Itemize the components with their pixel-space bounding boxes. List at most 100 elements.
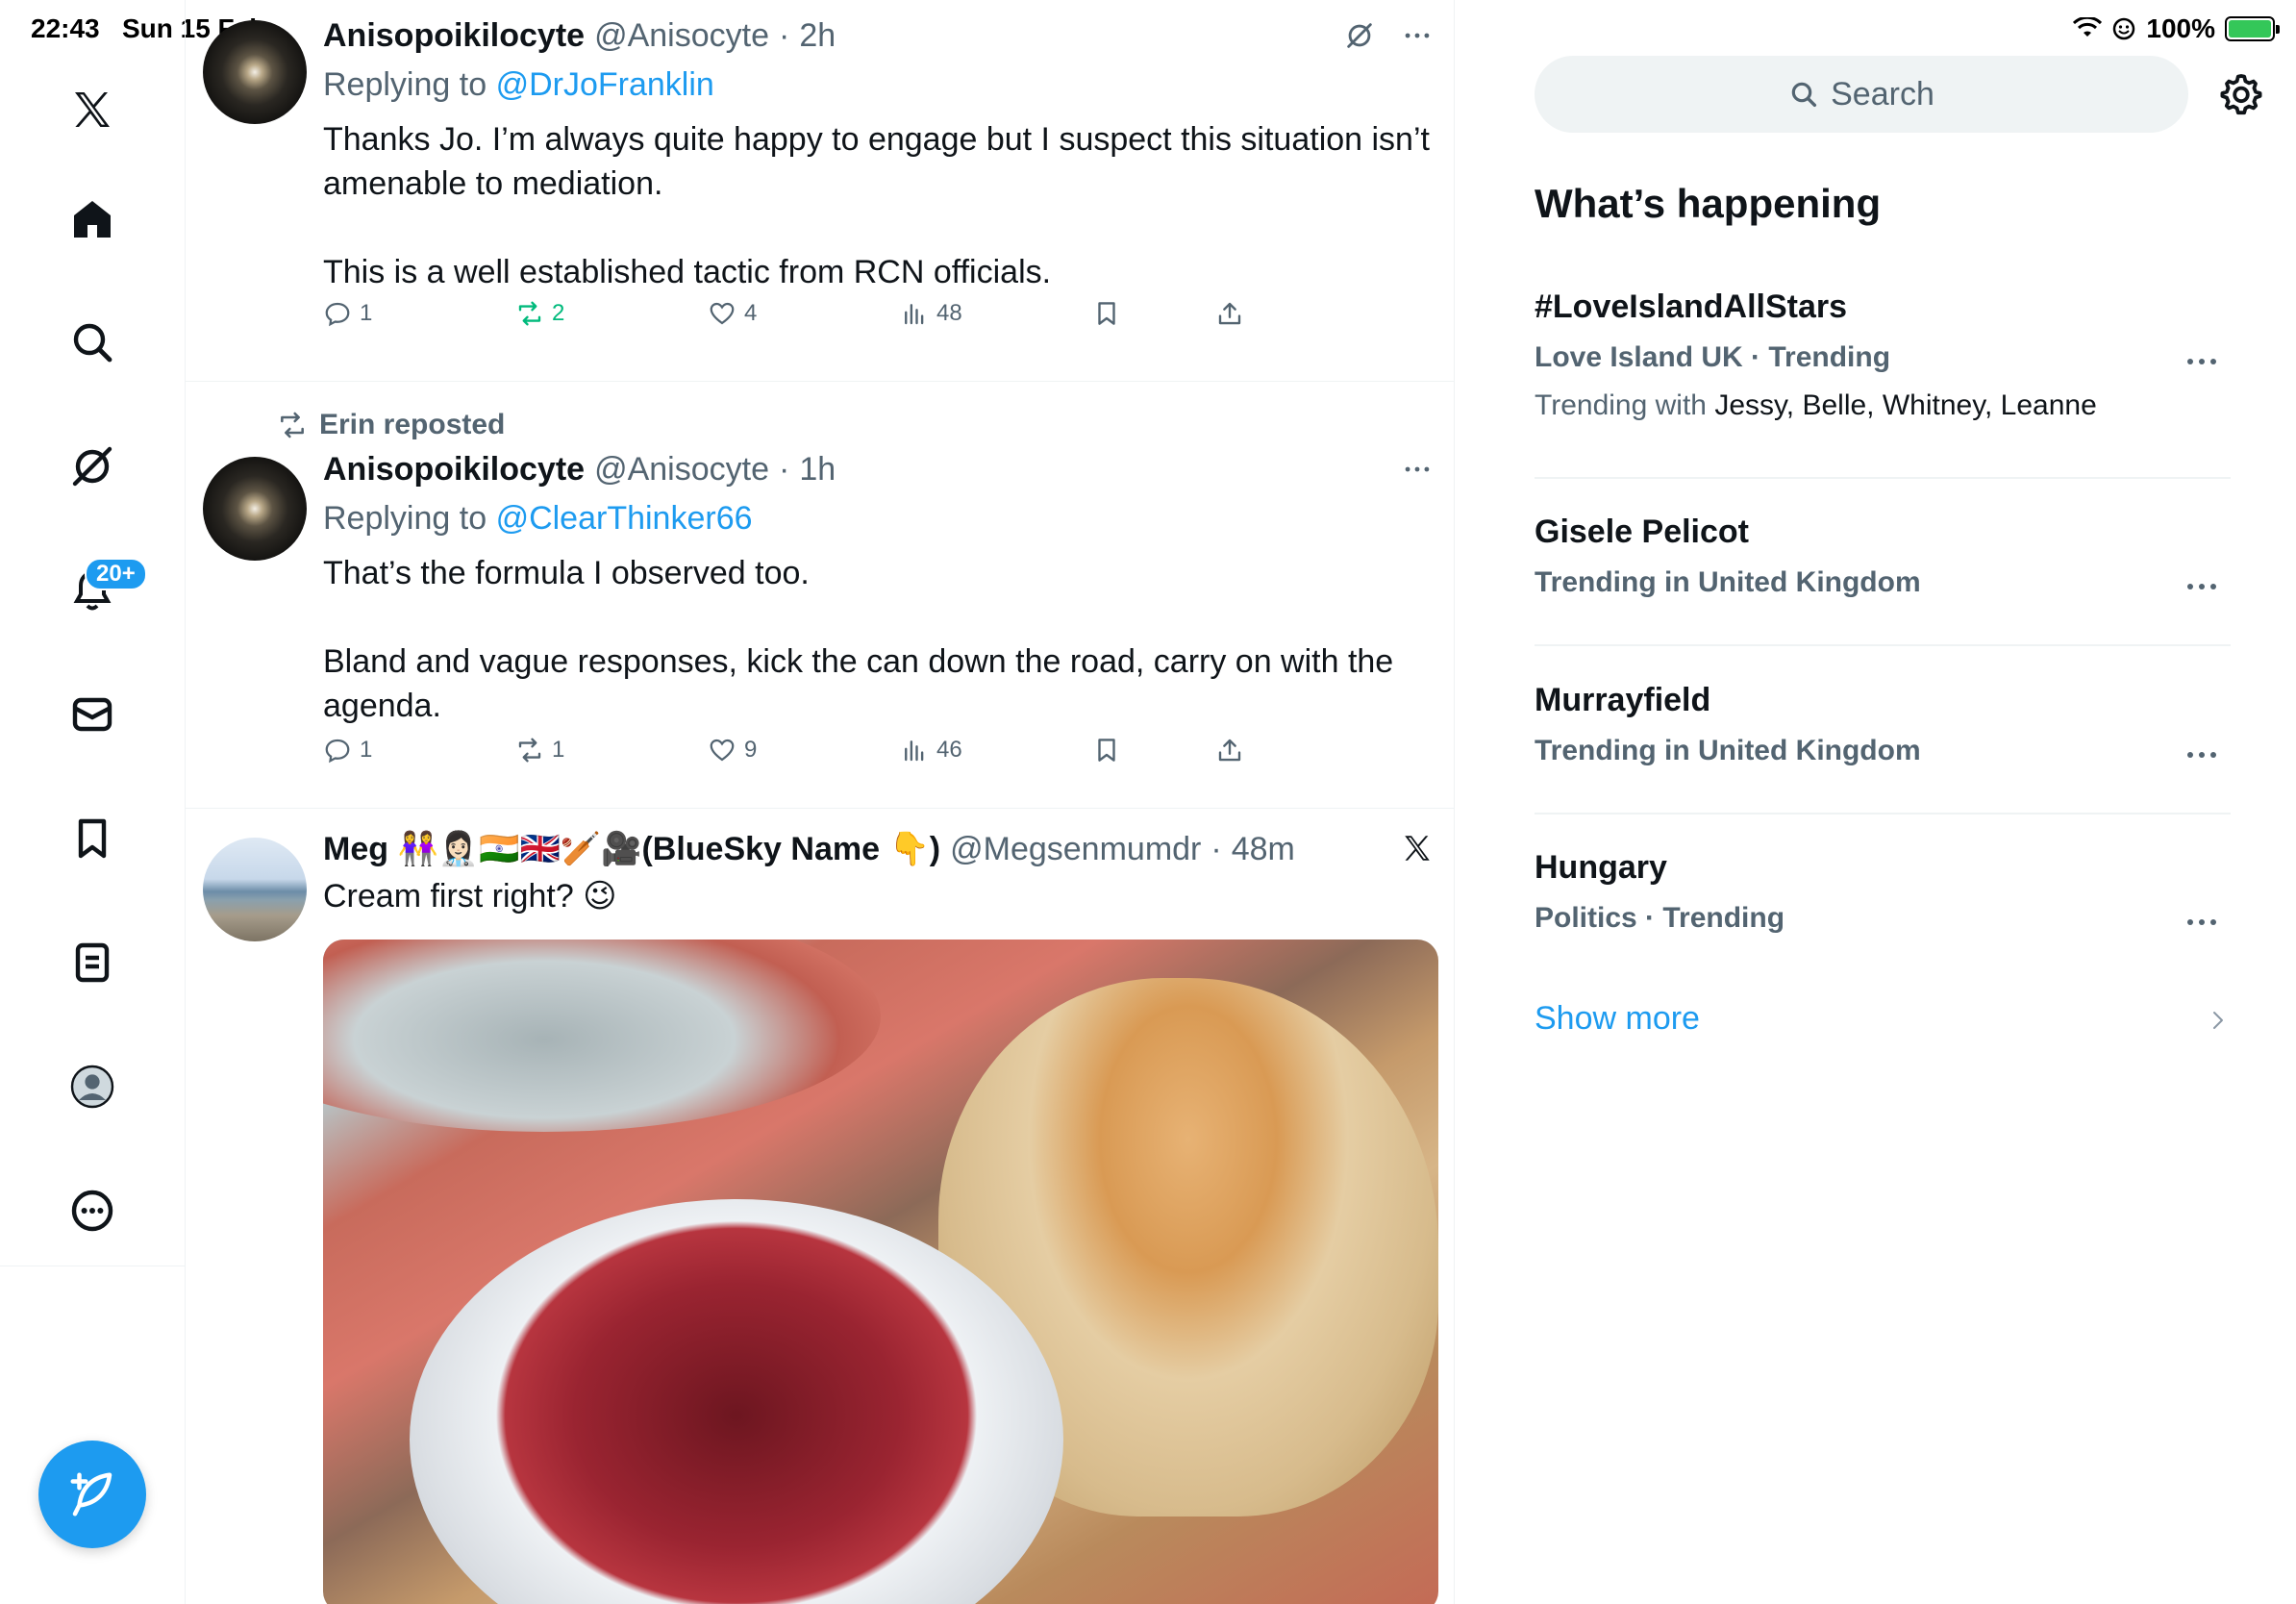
author-name[interactable]: Anisopoikilocyte: [323, 17, 585, 55]
notifications-badge: 20+: [85, 558, 147, 590]
repost-count: 2: [552, 300, 565, 326]
author-handle[interactable]: @Anisocyte: [594, 451, 769, 489]
author-name[interactable]: Meg 👭👩🏻‍⚕️🇮🇳🇬🇧🏏🎥(BlueSky Name 👇): [323, 830, 940, 868]
tweet-text: That’s the formula I observed too. Bland…: [323, 555, 1394, 724]
more-icon[interactable]: [65, 1184, 119, 1238]
trend-name: Gisele Pelicot: [1535, 514, 1749, 550]
tweet[interactable]: Erin reposted Anisopoikilocyte @Anisocyt…: [186, 382, 1454, 809]
tweet[interactable]: Anisopoikilocyte @Anisocyte · 2h Replyin…: [186, 0, 1454, 382]
x-logo[interactable]: [65, 83, 119, 137]
avatar[interactable]: [203, 457, 307, 561]
views-button[interactable]: 48: [900, 299, 962, 328]
share-icon: [1218, 739, 1241, 762]
more-options-icon[interactable]: [2184, 356, 2219, 367]
tweet-image[interactable]: [323, 940, 1438, 1604]
like-button[interactable]: 9: [708, 736, 757, 764]
search-input[interactable]: Search: [1535, 56, 2188, 133]
reposted-by-label: Erin reposted: [319, 409, 506, 440]
replying-link[interactable]: @ClearThinker66: [496, 500, 753, 537]
replying-prefix: Replying to: [323, 66, 487, 103]
more-options-icon[interactable]: [2184, 581, 2219, 592]
trend-name: #LoveIslandAllStars: [1535, 288, 1848, 325]
more-options-icon[interactable]: [2184, 916, 2219, 928]
grok-icon[interactable]: [65, 439, 119, 493]
trend-divider: [1535, 813, 2231, 815]
repost-icon: [518, 738, 541, 763]
right-sidebar: Search What’s happening #LoveIslandAllSt…: [1455, 0, 2296, 1604]
settings-gear-icon[interactable]: [2218, 71, 2264, 117]
trend-item[interactable]: Gisele Pelicot Trending in United Kingdo…: [1535, 514, 2231, 599]
compose-button[interactable]: [38, 1441, 146, 1548]
reply-icon: [325, 302, 350, 327]
trend-meta: Trending in United Kingdom: [1535, 566, 1921, 598]
profile-icon[interactable]: [65, 1060, 119, 1114]
views-icon: [905, 304, 924, 325]
tweet-time[interactable]: 48m: [1232, 831, 1295, 868]
replying-prefix: Replying to: [323, 500, 487, 537]
repost-icon: [518, 301, 541, 326]
bookmark-button[interactable]: [1092, 736, 1121, 764]
like-count: 9: [744, 737, 758, 763]
author-handle[interactable]: @Anisocyte: [594, 17, 769, 55]
author-handle[interactable]: @Megsenmumdr: [950, 831, 1201, 868]
compose-feather-icon: [70, 1472, 112, 1516]
reply-button[interactable]: 1: [323, 299, 372, 328]
tweet[interactable]: Meg 👭👩🏻‍⚕️🇮🇳🇬🇧🏏🎥(BlueSky Name 👇) @Megsen…: [186, 809, 1454, 1604]
tweet-time[interactable]: 1h: [799, 451, 836, 489]
chevron-right-icon[interactable]: [2207, 1009, 2230, 1032]
view-count: 46: [936, 737, 962, 763]
avatar[interactable]: [203, 838, 307, 941]
view-count: 48: [936, 300, 962, 326]
home-icon[interactable]: [65, 192, 119, 246]
grok-icon[interactable]: [1343, 19, 1376, 52]
more-options-icon[interactable]: [1401, 453, 1434, 486]
share-button[interactable]: [1215, 736, 1244, 764]
views-icon: [905, 740, 924, 762]
timeline: Anisopoikilocyte @Anisocyte · 2h Replyin…: [186, 0, 1455, 1604]
trend-item[interactable]: Hungary Politics · Trending: [1535, 849, 2231, 935]
tweet-top-actions: [1401, 832, 1434, 865]
trend-with-people: Jessy, Belle, Whitney, Leanne: [1714, 389, 2097, 421]
explore-icon[interactable]: [65, 315, 119, 369]
trend-item[interactable]: #LoveIslandAllStars Love Island UK · Tre…: [1535, 288, 2231, 422]
tweet-time[interactable]: 2h: [799, 17, 836, 55]
replying-link[interactable]: @DrJoFranklin: [496, 66, 714, 103]
tweet-body: Anisopoikilocyte @Anisocyte · 1h Replyin…: [323, 451, 1437, 728]
trend-name: Murrayfield: [1535, 682, 1711, 718]
tweet-text: Cream first right? 😉: [323, 878, 617, 915]
trend-divider: [1535, 477, 2231, 479]
bookmark-button[interactable]: [1092, 299, 1121, 328]
reply-button[interactable]: 1: [323, 736, 372, 764]
trend-with: Trending with Jessy, Belle, Whitney, Lea…: [1535, 389, 2231, 422]
bookmark-icon: [1098, 302, 1115, 325]
more-options-icon[interactable]: [1401, 19, 1434, 52]
trend-with-prefix: Trending with: [1535, 389, 1707, 421]
lists-icon[interactable]: [65, 936, 119, 990]
repost-icon: [281, 412, 304, 439]
whats-happening-title: What’s happening: [1535, 181, 1882, 226]
repost-button[interactable]: 1: [515, 736, 564, 764]
more-options-icon[interactable]: [2184, 749, 2219, 761]
author-name[interactable]: Anisopoikilocyte: [323, 451, 585, 489]
messages-icon[interactable]: [65, 688, 119, 741]
tweet-body: Anisopoikilocyte @Anisocyte · 2h Replyin…: [323, 17, 1437, 294]
avatar[interactable]: [203, 20, 307, 124]
trend-item[interactable]: Murrayfield Trending in United Kingdom: [1535, 682, 2231, 767]
plate-shape: [323, 940, 881, 1132]
repost-count: 1: [552, 737, 565, 763]
tweet-header: Anisopoikilocyte @Anisocyte · 2h: [323, 17, 1437, 55]
share-button[interactable]: [1215, 299, 1244, 328]
share-icon: [1218, 302, 1241, 325]
bookmarks-icon[interactable]: [65, 812, 119, 865]
show-more-link[interactable]: Show more: [1535, 1000, 1700, 1038]
replying-to: Replying to @DrJoFranklin: [323, 66, 1437, 104]
views-button[interactable]: 46: [900, 736, 962, 764]
trend-meta: Trending in United Kingdom: [1535, 735, 1921, 766]
x-logo-icon[interactable]: [1401, 832, 1434, 865]
repost-button[interactable]: 2: [515, 299, 564, 328]
reposted-by[interactable]: Erin reposted: [277, 409, 505, 441]
tweet-top-actions: [1343, 19, 1434, 52]
heart-icon: [710, 302, 735, 325]
trend-meta: Love Island UK · Trending: [1535, 341, 1891, 373]
like-button[interactable]: 4: [708, 299, 757, 328]
